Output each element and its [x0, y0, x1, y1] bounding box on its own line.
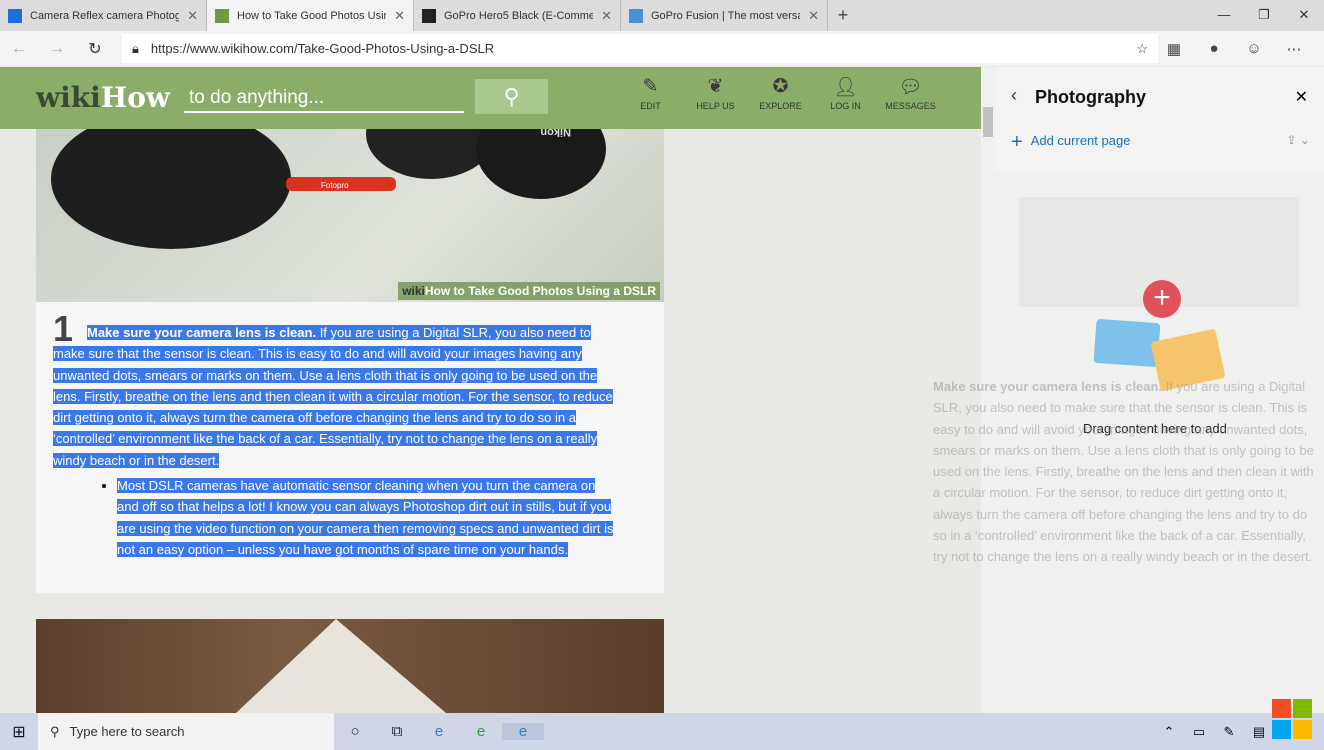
pen-icon[interactable]: ✎	[1214, 724, 1244, 740]
air-blower	[51, 129, 291, 249]
battery-icon[interactable]: ▭	[1184, 724, 1214, 740]
favicon-icon	[215, 8, 229, 23]
next-step-image	[36, 619, 664, 713]
tab-title: GoPro Hero5 Black (E-Commerce	[444, 9, 594, 22]
edge-icon[interactable]: e	[502, 723, 544, 740]
tab-strip: Camera Reflex camera Photogra ✕ How to Ta…	[0, 0, 1324, 31]
close-window-button[interactable]: ✕	[1284, 0, 1324, 30]
nav-explore[interactable]: ✪ EXPLORE	[748, 67, 813, 129]
step-title: Make sure your camera lens is clean.	[87, 325, 317, 340]
show-hidden-icons[interactable]: ⌃	[1154, 724, 1184, 740]
favicon-icon	[8, 8, 22, 23]
tab-gopro-fusion[interactable]: GoPro Fusion | The most versatile ✕	[621, 0, 828, 31]
edge-icon[interactable]: e	[460, 723, 502, 740]
step-text: 1 Make sure your camera lens is clean. I…	[36, 302, 664, 560]
nav-help-us[interactable]: ❦ HELP US	[683, 67, 748, 129]
nav-log-in[interactable]: 👤︎ LOG IN	[813, 67, 878, 129]
back-button[interactable]: ←	[0, 40, 38, 58]
user-icon: 👤︎	[833, 77, 858, 98]
notifications-icon[interactable]: ▤	[1244, 724, 1274, 740]
favicon-icon	[629, 8, 643, 23]
lock-icon: 🔒︎	[132, 40, 139, 56]
wikihow-search-input[interactable]: to do anything...	[184, 83, 464, 113]
drag-ghost-preview: Make sure your camera lens is clean. If …	[933, 379, 1314, 565]
tab-title: Camera Reflex camera Photogra	[30, 9, 180, 22]
article-step-card: Fotopro Nikon wikiHow to Take Good Photo…	[36, 129, 664, 593]
step-image: Fotopro Nikon wikiHow to Take Good Photo…	[36, 129, 664, 302]
close-tab-icon[interactable]: ✕	[187, 8, 198, 24]
nav-messages[interactable]: 💬︎ MESSAGES	[878, 67, 943, 129]
edge-icon[interactable]: e	[418, 723, 460, 740]
sprout-icon: ❦	[707, 76, 724, 97]
pencil-icon: ✎	[642, 76, 659, 97]
more-menu-icon[interactable]: ⋯	[1274, 40, 1314, 58]
step-body: If you are using a Digital SLR, you also…	[53, 325, 613, 468]
taskbar: ⊞ ⚲ Type here to search ○ ⧉ e e e ⌃ ▭ ✎ ▤	[0, 699, 1324, 750]
feedback-smiley-icon[interactable]: ☺	[1234, 40, 1274, 57]
share-icon[interactable]: ⇪ ⌄	[1287, 133, 1310, 147]
favorite-star-icon[interactable]: ☆	[1136, 41, 1148, 57]
close-tab-icon[interactable]: ✕	[601, 8, 612, 24]
collections-icon[interactable]: ▦	[1154, 40, 1194, 58]
chat-icon: 💬︎	[898, 77, 923, 98]
close-tab-icon[interactable]: ✕	[394, 8, 405, 24]
nikon-text: Nikon	[540, 129, 571, 138]
cortana-icon[interactable]: ○	[334, 723, 376, 740]
search-icon: ⚲	[50, 723, 60, 739]
close-panel-icon[interactable]: ✕	[1295, 87, 1308, 107]
wikihow-logo[interactable]: wikiHow	[36, 81, 170, 114]
refresh-button[interactable]: ↻	[76, 39, 114, 59]
add-plus-icon: +	[1143, 280, 1181, 318]
forward-button[interactable]: →	[38, 40, 76, 58]
back-icon[interactable]: ‹	[1011, 85, 1017, 106]
minimize-button[interactable]: —	[1204, 0, 1244, 30]
blower-nozzle: Fotopro	[286, 177, 396, 191]
search-icon: ⚲	[503, 84, 520, 109]
restore-button[interactable]: ❐	[1244, 0, 1284, 30]
lens-cap	[476, 129, 606, 199]
url-text: https://www.wikihow.com/Take-Good-Photos…	[150, 41, 495, 56]
add-current-page-button[interactable]: + Add current page	[1011, 131, 1130, 154]
scrollbar-thumb[interactable]	[983, 107, 993, 137]
url-field[interactable]: 🔒︎ https://www.wikihow.com/Take-Good-Phot…	[122, 34, 1158, 63]
favicon-icon	[422, 8, 436, 23]
plus-icon: +	[1011, 131, 1023, 153]
wikihow-header: wikiHow to do anything... ⚲ ✎ EDIT ❦ HELP …	[0, 67, 981, 129]
new-tab-button[interactable]: +	[828, 0, 858, 31]
step-bullet: Most DSLR cameras have automatic sensor …	[117, 478, 614, 557]
search-button[interactable]: ⚲	[475, 79, 548, 114]
tab-wikihow[interactable]: How to Take Good Photos Using ✕	[207, 0, 414, 31]
profile-avatar[interactable]: ●	[1194, 40, 1234, 57]
windows-start-icon[interactable]: ⊞	[0, 722, 38, 742]
nav-edit[interactable]: ✎ EDIT	[618, 67, 683, 129]
tab-gopro-hero5[interactable]: GoPro Hero5 Black (E-Commerce ✕	[414, 0, 621, 31]
tab-camera-reflex[interactable]: Camera Reflex camera Photogra ✕	[0, 0, 207, 31]
collection-title: Photography	[1035, 87, 1146, 107]
taskbar-search[interactable]: ⚲ Type here to search	[38, 713, 334, 750]
tab-title: GoPro Fusion | The most versatile	[651, 9, 800, 22]
step-number: 1	[53, 308, 74, 349]
close-tab-icon[interactable]: ✕	[808, 8, 819, 24]
task-view-icon[interactable]: ⧉	[376, 723, 418, 740]
compass-icon: ✪	[772, 76, 789, 97]
microsoft-logo	[1272, 699, 1312, 739]
tab-title: How to Take Good Photos Using	[237, 9, 387, 22]
address-bar-row: ← → ↻ 🔒︎ https://www.wikihow.com/Take-Goo…	[0, 31, 1324, 66]
image-caption: wikiHow to Take Good Photos Using a DSLR	[398, 282, 660, 300]
